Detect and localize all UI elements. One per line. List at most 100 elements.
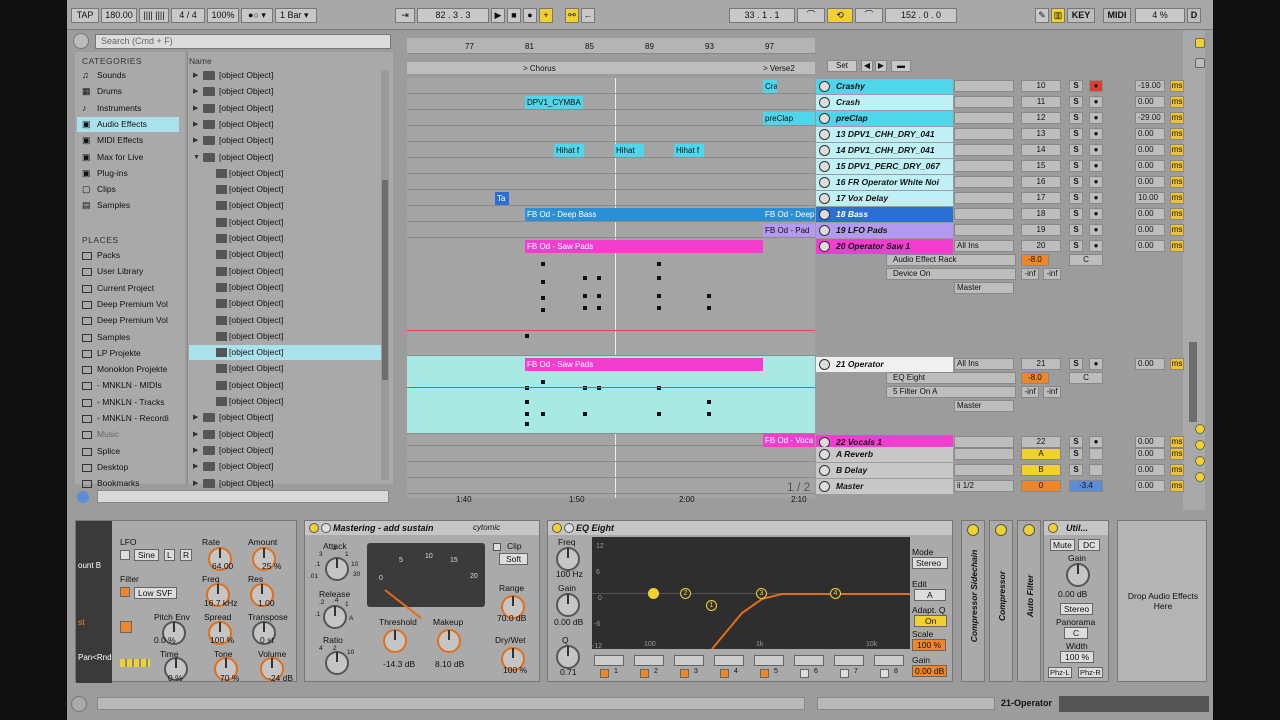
chevron-icon[interactable]: ▶ [193, 117, 198, 132]
send-a-field[interactable]: -inf [1021, 268, 1039, 280]
midi-note[interactable] [525, 400, 529, 404]
device-title-bar[interactable]: EQ Eight [548, 521, 952, 535]
collapsed-device-title[interactable]: Auto Filter [1025, 538, 1035, 654]
track-header[interactable]: 15 DPV1_PERC_DRY_067 [816, 159, 953, 174]
clip-toggle[interactable] [493, 543, 501, 551]
track-number[interactable]: A [1021, 448, 1061, 460]
overdub-icon[interactable]: + [539, 8, 553, 23]
volume-field[interactable]: 0.00 [1135, 144, 1165, 156]
ms-toggle[interactable]: ms [1170, 208, 1184, 220]
clip-saw[interactable]: FB Od - Saw Pads [525, 240, 763, 253]
pitch-toggle[interactable] [120, 621, 132, 633]
place-item[interactable]: Bookmarks [77, 476, 179, 491]
adapt-q-button[interactable]: On [914, 615, 948, 627]
meter-field[interactable]: 4 / 4 [171, 8, 205, 23]
track-lane[interactable] [407, 158, 815, 174]
clip-preclap[interactable]: preClap [763, 112, 815, 125]
track-header[interactable]: Crashy [816, 79, 953, 94]
category-clips[interactable]: ▢ Clips [77, 182, 179, 197]
midi-note[interactable] [541, 412, 545, 416]
track-number[interactable]: 10 [1021, 80, 1061, 92]
midi-note[interactable] [541, 296, 545, 300]
track-header[interactable]: B Delay [816, 463, 953, 478]
band-filter-type[interactable] [834, 655, 864, 666]
band-filter-type[interactable] [874, 655, 904, 666]
play-icon[interactable]: ▶ [491, 8, 505, 23]
volume-field[interactable]: 0.00 [1135, 128, 1165, 140]
track-number[interactable]: 22 [1021, 436, 1061, 448]
punch-out-icon[interactable]: ⌒ [855, 8, 883, 23]
track-number[interactable]: 20 [1021, 240, 1061, 252]
track-number[interactable]: 21 [1021, 358, 1061, 370]
parameter-chooser[interactable]: Device On [886, 268, 1016, 280]
track-lane[interactable] [407, 462, 815, 478]
routing-input-select[interactable]: All Ins [954, 358, 1014, 370]
view-toggle-icon[interactable] [1195, 424, 1205, 434]
track-play-icon[interactable] [819, 241, 830, 252]
midi-note[interactable] [541, 262, 545, 266]
chevron-icon[interactable]: ▶ [193, 133, 198, 148]
track-play-icon[interactable] [819, 359, 830, 370]
arm-button[interactable]: ● [1089, 144, 1103, 156]
stop-icon[interactable]: ■ [507, 8, 521, 23]
category-audio-effects[interactable]: ▣ Audio Effects [77, 116, 179, 132]
midi-note[interactable] [541, 308, 545, 312]
pan-center[interactable]: C [1069, 254, 1103, 266]
place-item[interactable]: Packs [77, 248, 179, 263]
track-io-slot[interactable] [954, 436, 1014, 448]
browser-item[interactable]: [object Object] [189, 378, 381, 393]
browser-item[interactable]: [object Object] [189, 166, 381, 181]
device-on-icon[interactable] [1023, 524, 1035, 536]
browser-item[interactable]: ▶ [object Object] [189, 459, 381, 474]
volume-field[interactable]: 0.00 [1135, 160, 1165, 172]
view-toggle-icon[interactable] [1195, 456, 1205, 466]
browser-item[interactable]: ▶ [object Object] [189, 117, 381, 132]
arm-button[interactable]: ● [1089, 80, 1103, 92]
midi-note[interactable] [541, 380, 545, 384]
solo-button[interactable]: S [1069, 112, 1083, 124]
track-io-slot[interactable] [954, 208, 1014, 220]
browser-item[interactable]: [object Object] [189, 215, 381, 230]
tap-button[interactable]: TAP [71, 8, 99, 23]
ms-toggle[interactable]: ms [1170, 144, 1184, 156]
track-header[interactable]: 13 DPV1_CHH_DRY_041 [816, 127, 953, 142]
band-filter-type[interactable] [594, 655, 624, 666]
volume-field[interactable]: 10.00 [1135, 192, 1165, 204]
track-header[interactable]: A Reverb [816, 447, 953, 462]
volume-field[interactable]: 0.00 [1135, 464, 1165, 476]
band-toggle[interactable] [720, 669, 729, 678]
prev-locator-icon[interactable]: ◀ [861, 60, 873, 72]
ms-toggle[interactable]: ms [1170, 358, 1184, 370]
category-midi-effects[interactable]: ▣ MIDI Effects [77, 133, 179, 148]
browser-item[interactable]: [object Object] [189, 280, 381, 295]
track-io-slot[interactable] [954, 128, 1014, 140]
volume-field[interactable]: 0.00 [1135, 480, 1165, 492]
track-number[interactable]: 12 [1021, 112, 1061, 124]
arm-button[interactable] [1089, 448, 1103, 460]
arm-button[interactable]: ● [1089, 160, 1103, 172]
midi-note[interactable] [707, 306, 711, 310]
category-sounds[interactable]: ♫ Sounds [77, 68, 179, 83]
ms-toggle[interactable]: ms [1170, 96, 1184, 108]
browser-item[interactable]: [object Object] [189, 247, 381, 262]
solo-button[interactable]: S [1069, 144, 1083, 156]
track-lane[interactable] [407, 434, 815, 446]
set-locator-button[interactable]: Set [827, 60, 857, 72]
loop-length-field[interactable]: 152 . 0 . 0 [885, 8, 957, 23]
next-locator-icon[interactable]: ▶ [875, 60, 887, 72]
place-item[interactable]: Monoklon Projekte [77, 362, 179, 377]
stereo-select[interactable]: Stereo [1060, 603, 1094, 615]
ms-toggle[interactable]: ms [1170, 128, 1184, 140]
band-toggle[interactable] [800, 669, 809, 678]
locator-verse2[interactable]: > Verse2 [763, 64, 795, 73]
place-item[interactable]: Splice [77, 444, 179, 459]
place-item[interactable]: Deep Premium Vol [77, 313, 179, 328]
send-b-field[interactable]: -inf [1043, 268, 1061, 280]
track-header[interactable]: 21 Operator [816, 357, 953, 372]
midi-note[interactable] [583, 412, 587, 416]
track-lane[interactable] [407, 238, 815, 356]
arm-button[interactable]: ● [1089, 240, 1103, 252]
band-filter-type[interactable] [714, 655, 744, 666]
ms-toggle[interactable]: ms [1170, 240, 1184, 252]
solo-button[interactable]: S [1069, 208, 1083, 220]
